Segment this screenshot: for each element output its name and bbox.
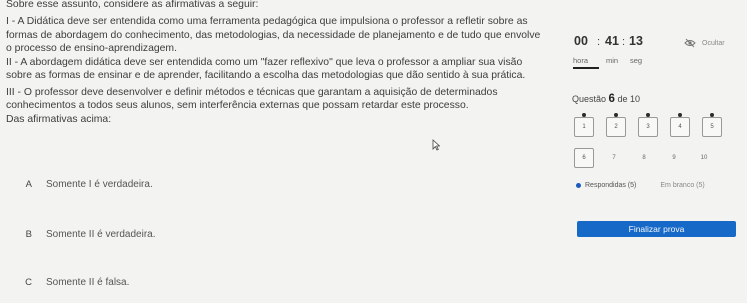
exam-page: Sobre esse assunto, considere as afirmat… [0,0,747,303]
timer-seconds-label: seg [630,56,643,65]
countdown-timer: 00 : 41 : 13 hora min seg [570,34,650,70]
option-a[interactable]: A Somente I é verdadeira. [8,179,153,190]
nav-question-6[interactable]: 6 [574,148,594,168]
answer-legend: Respondidas (5) Em branco (5) [576,182,705,189]
hide-timer-button[interactable]: Ocultar [684,38,725,48]
eye-slash-icon [684,38,696,48]
timer-separator: : [597,36,601,48]
timer-minutes-label: min [606,56,619,65]
nav-question-1[interactable]: 1 [574,113,594,137]
answered-dot-icon [576,183,581,188]
statement-2: II - A abordagem didática deve ser enten… [6,56,526,82]
question-text: Sobre esse assunto, considere as afirmat… [6,0,541,126]
finalize-exam-button[interactable]: Finalizar prova [577,221,736,237]
hide-label: Ocultar [702,39,725,47]
nav-question-9[interactable]: 9 [664,148,684,168]
nav-question-8[interactable]: 8 [634,148,654,168]
option-letter: A [25,179,32,190]
option-c[interactable]: C Somente II é falsa. [8,277,129,288]
question-nav-row-1: 1 2 3 4 5 [574,113,722,137]
option-letter: C [25,277,32,288]
option-text: Somente II é falsa. [46,277,130,288]
timer-minutes: 41 [605,34,619,48]
legend-blank: Em branco (5) [660,182,705,189]
timer-underline [573,67,599,69]
counter-total: de 10 [617,94,640,104]
nav-question-5[interactable]: 5 [702,113,722,137]
nav-question-2[interactable]: 2 [606,113,626,137]
nav-question-10[interactable]: 10 [694,148,714,168]
nav-question-4[interactable]: 4 [670,113,690,137]
option-letter: B [25,229,32,240]
counter-prefix: Questão [572,94,607,104]
timer-separator: : [622,36,626,48]
question-prompt: Das afirmativas acima: [6,113,112,125]
nav-question-3[interactable]: 3 [638,113,658,137]
option-b[interactable]: B Somente II é verdadeira. [8,229,156,240]
question-header: Sobre esse assunto, considere as afirmat… [6,0,259,10]
timer-seconds: 13 [629,34,643,48]
nav-question-7[interactable]: 7 [604,148,624,168]
statement-3: III - O professor deve desenvolver e def… [6,86,498,112]
mouse-cursor-icon [432,139,440,151]
legend-answered: Respondidas (5) [585,182,637,189]
timer-hours-label: hora [573,56,589,65]
counter-current: 6 [608,93,615,105]
question-nav-row-2: 6 7 8 9 10 [574,148,714,168]
option-text: Somente II é verdadeira. [46,229,156,240]
timer-hours: 00 [574,34,588,48]
statement-1: I - A Didática deve ser entendida como u… [6,16,541,54]
option-text: Somente I é verdadeira. [46,179,153,190]
question-counter: Questão 6 de 10 [572,93,640,105]
